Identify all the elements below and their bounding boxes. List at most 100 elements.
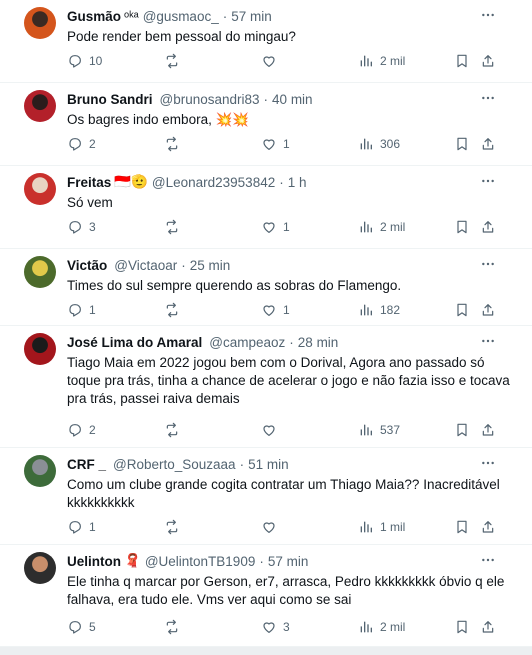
handle[interactable]: @campeaoz <box>209 335 285 350</box>
avatar[interactable] <box>24 552 56 584</box>
tweet-header: Victão @Victaoar · 25 min <box>67 256 230 274</box>
retweet-button[interactable] <box>164 519 186 535</box>
bookmark-button[interactable] <box>454 519 470 535</box>
reply-button[interactable]: 1 <box>67 519 96 535</box>
views-button[interactable]: 2 mil <box>358 219 405 235</box>
bookmark-button[interactable] <box>454 53 470 69</box>
like-button[interactable] <box>261 519 283 535</box>
bookmark-button[interactable] <box>454 136 470 152</box>
views-count: 306 <box>380 137 401 151</box>
handle[interactable]: @Victaoar <box>114 258 177 273</box>
reply-tweet[interactable]: Uelinton 🧣 @UelintonTB1909 · 57 min Ele … <box>0 545 532 647</box>
like-button[interactable] <box>261 53 283 69</box>
avatar[interactable] <box>24 455 56 487</box>
avatar[interactable] <box>24 90 56 122</box>
display-name[interactable]: Victão <box>67 258 107 273</box>
tweet-text: Tiago Maia em 2022 jogou bem com o Doriv… <box>67 355 510 406</box>
timestamp[interactable]: 25 min <box>190 258 231 273</box>
timestamp[interactable]: 28 min <box>298 335 339 350</box>
retweet-button[interactable] <box>164 219 186 235</box>
timestamp[interactable]: 57 min <box>231 9 272 24</box>
views-icon <box>358 619 374 635</box>
bookmark-button[interactable] <box>454 219 470 235</box>
avatar[interactable] <box>24 333 56 365</box>
timestamp[interactable]: 1 h <box>288 175 307 190</box>
bookmark-button[interactable] <box>454 422 470 438</box>
views-icon <box>358 519 374 535</box>
views-button[interactable]: 306 <box>358 136 400 152</box>
like-button[interactable]: 1 <box>261 302 290 318</box>
reply-tweet[interactable]: CRF _ @Roberto_Souzaaa · 51 min Como um … <box>0 448 532 545</box>
retweet-button[interactable] <box>164 422 186 438</box>
tweet-text: Só vem <box>67 195 113 210</box>
share-button[interactable] <box>480 519 496 535</box>
tweet-text: Como um clube grande cogita contratar um… <box>67 477 500 510</box>
bookmark-button[interactable] <box>454 619 470 635</box>
share-button[interactable] <box>480 302 496 318</box>
avatar[interactable] <box>24 256 56 288</box>
avatar[interactable] <box>24 7 56 39</box>
share-button[interactable] <box>480 53 496 69</box>
reply-button[interactable]: 3 <box>67 219 96 235</box>
reply-button[interactable]: 2 <box>67 422 96 438</box>
display-name[interactable]: Gusmão <box>67 9 121 24</box>
timestamp[interactable]: 51 min <box>248 457 289 472</box>
reply-button[interactable]: 2 <box>67 136 96 152</box>
more-icon[interactable] <box>478 173 498 189</box>
share-button[interactable] <box>480 219 496 235</box>
views-count: 537 <box>380 423 401 437</box>
display-name[interactable]: CRF _ <box>67 457 106 472</box>
reply-icon <box>67 519 83 535</box>
display-name[interactable]: Freitas <box>67 175 111 190</box>
share-button[interactable] <box>480 619 496 635</box>
more-icon[interactable] <box>478 333 498 349</box>
like-button[interactable]: 1 <box>261 219 290 235</box>
tweet-header: José Lima do Amaral @campeaoz · 28 min <box>67 333 338 351</box>
views-count: 1 mil <box>380 520 406 534</box>
share-button[interactable] <box>480 136 496 152</box>
reply-button[interactable]: 1 <box>67 302 96 318</box>
display-name[interactable]: Uelinton <box>67 554 121 569</box>
views-button[interactable]: 537 <box>358 422 400 438</box>
views-button[interactable]: 1 mil <box>358 519 405 535</box>
views-count: 2 mil <box>380 620 406 634</box>
more-icon[interactable] <box>478 552 498 568</box>
views-button[interactable]: 2 mil <box>358 53 405 69</box>
like-button[interactable]: 1 <box>261 136 290 152</box>
reply-tweet[interactable]: Victão @Victaoar · 25 min Times do sul s… <box>0 249 532 326</box>
display-name[interactable]: Bruno Sandri <box>67 92 153 107</box>
handle[interactable]: @Leonard23953842 <box>152 175 275 190</box>
more-icon[interactable] <box>478 7 498 23</box>
tweet-header: Bruno Sandri @brunosandri83 · 40 min <box>67 90 313 108</box>
views-icon <box>358 302 374 318</box>
reply-tweet[interactable]: Bruno Sandri @brunosandri83 · 40 min Os … <box>0 83 532 166</box>
timestamp[interactable]: 40 min <box>272 92 313 107</box>
bookmark-button[interactable] <box>454 302 470 318</box>
like-button[interactable] <box>261 422 283 438</box>
avatar[interactable] <box>24 173 56 205</box>
retweet-button[interactable] <box>164 53 186 69</box>
handle[interactable]: @Roberto_Souzaaa <box>113 457 236 472</box>
share-button[interactable] <box>480 422 496 438</box>
more-icon[interactable] <box>478 90 498 106</box>
display-name[interactable]: José Lima do Amaral <box>67 335 202 350</box>
views-button[interactable]: 2 mil <box>358 619 405 635</box>
retweet-button[interactable] <box>164 302 186 318</box>
reply-tweet[interactable]: Freitas 🇮🇩🫡 @Leonard23953842 · 1 h Só ve… <box>0 166 532 249</box>
reply-tweet[interactable]: José Lima do Amaral @campeaoz · 28 min T… <box>0 326 532 448</box>
retweet-button[interactable] <box>164 136 186 152</box>
handle[interactable]: @brunosandri83 <box>160 92 260 107</box>
name-badge: 🧣 <box>124 553 141 568</box>
reply-button[interactable]: 10 <box>67 53 102 69</box>
more-icon[interactable] <box>478 455 498 471</box>
more-icon[interactable] <box>478 256 498 272</box>
handle[interactable]: @UelintonTB1909 <box>145 554 256 569</box>
timestamp[interactable]: 57 min <box>268 554 309 569</box>
like-button[interactable]: 3 <box>261 619 290 635</box>
retweet-button[interactable] <box>164 619 186 635</box>
reply-tweet[interactable]: Gusmão ᵒᵏᵃ @gusmaoc_ · 57 min Pode rende… <box>0 0 532 83</box>
reply-button[interactable]: 5 <box>67 619 96 635</box>
handle[interactable]: @gusmaoc_ <box>143 9 219 24</box>
like-count: 1 <box>283 303 290 317</box>
views-button[interactable]: 182 <box>358 302 400 318</box>
